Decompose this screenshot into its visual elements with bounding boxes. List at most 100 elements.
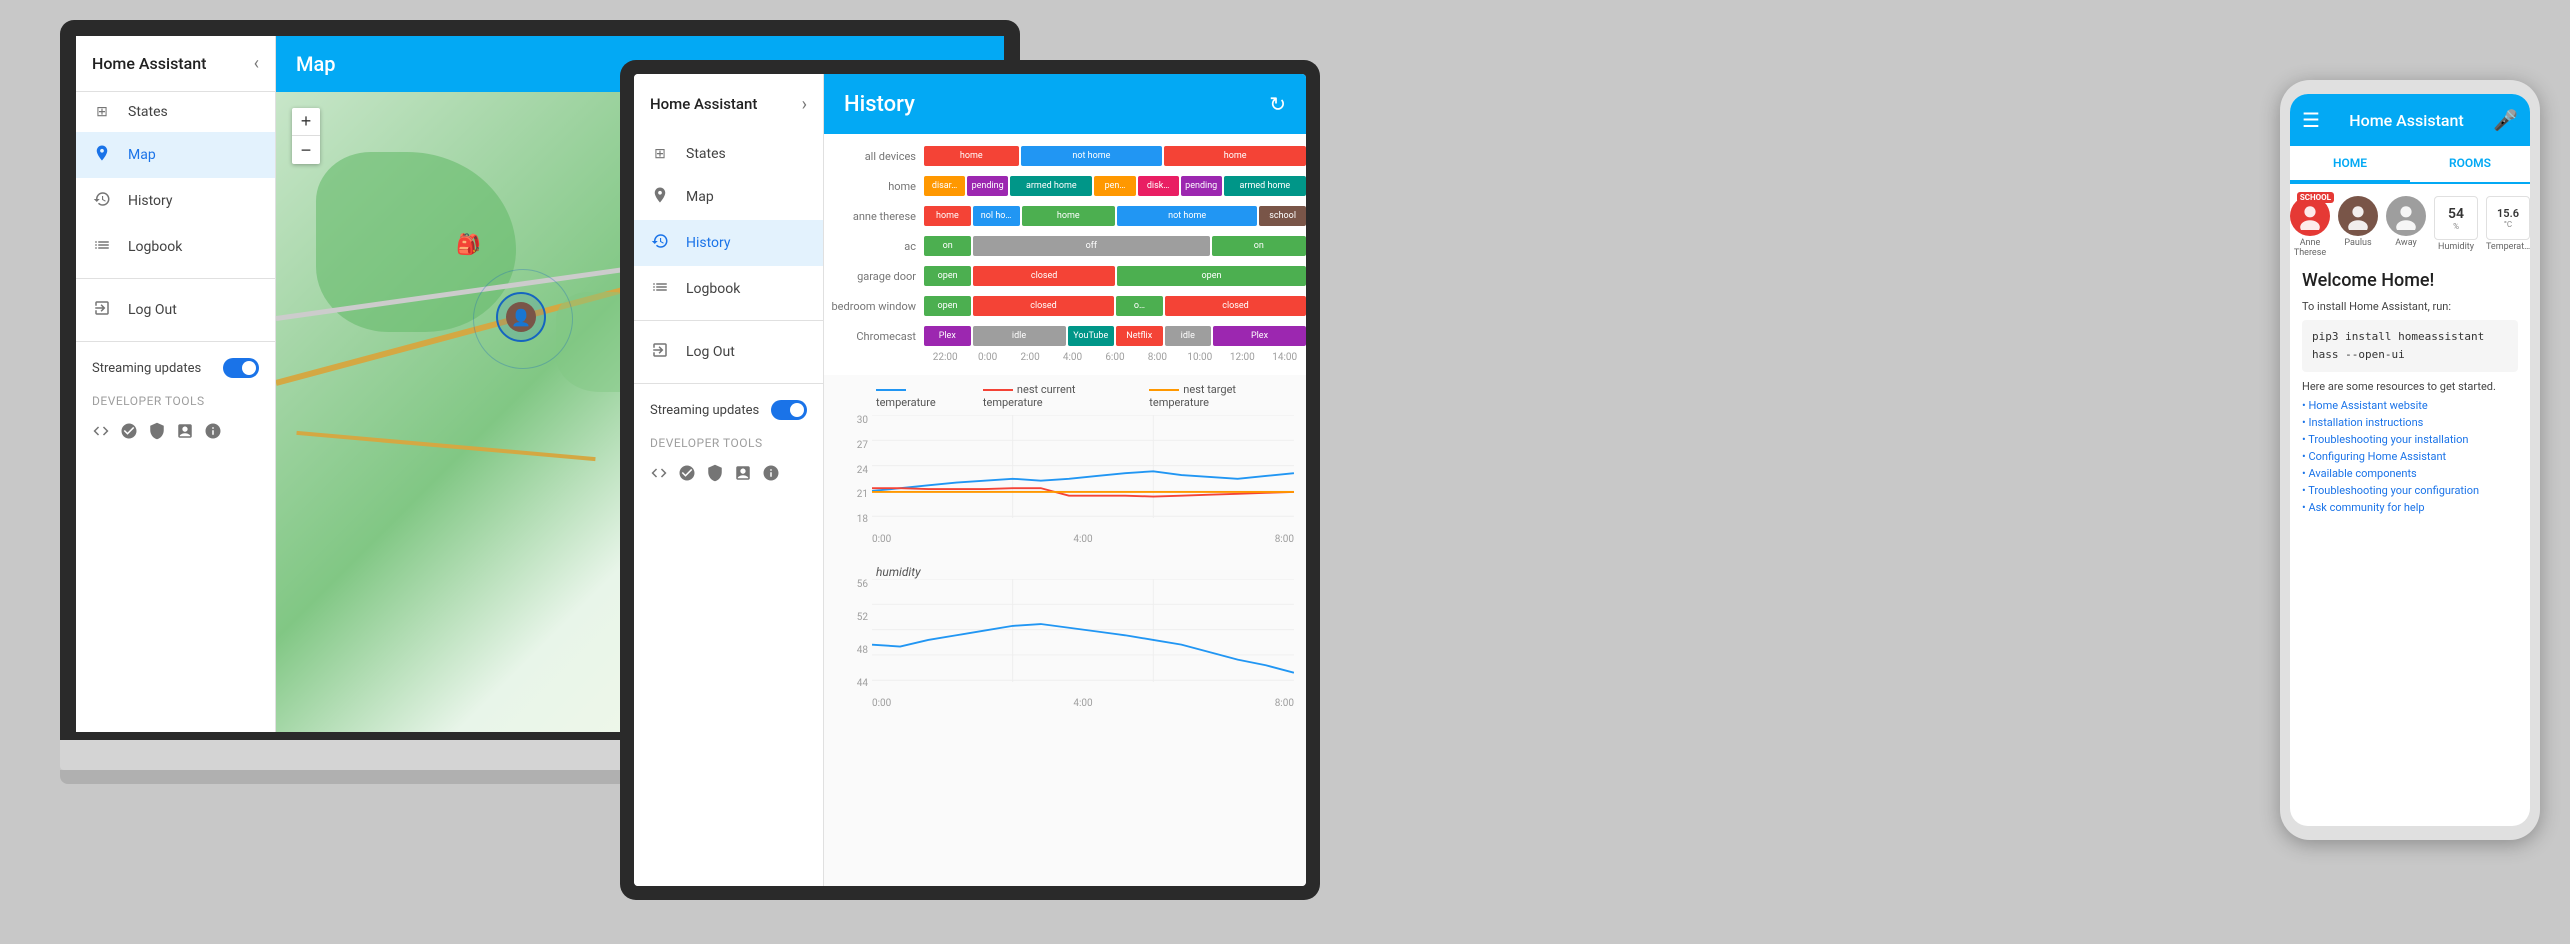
tablet-sidebar-logbook[interactable]: Logbook	[634, 266, 823, 312]
sensor-humidity-label: Humidity	[2438, 242, 2474, 252]
tbar: disk…	[1138, 176, 1179, 196]
map-person-pulse	[473, 269, 573, 369]
laptop-sidebar: Home Assistant ‹ ⊞ States Map	[76, 36, 276, 732]
tablet-screen: Home Assistant › ⊞ States Map	[634, 74, 1306, 886]
y-label: 18	[857, 514, 868, 525]
sidebar-item-states[interactable]: ⊞ States	[76, 92, 275, 132]
tablet-streaming-label: Streaming updates	[650, 403, 759, 418]
temp-x-labels: 0:00 4:00 8:00	[872, 534, 1294, 545]
tablet-info-icon[interactable]	[762, 464, 780, 486]
tbar: closed	[973, 296, 1114, 316]
refresh-icon[interactable]: ↻	[1269, 92, 1286, 116]
tablet-sidebar: Home Assistant › ⊞ States Map	[634, 74, 824, 886]
timeline-row-home: home disar… pending armed home pen… disk…	[824, 172, 1306, 200]
phone-tab-home[interactable]: HOME	[2290, 146, 2410, 182]
timeline-label: bedroom window	[824, 300, 924, 313]
x-label: 0:00	[872, 534, 891, 545]
phone-link-troubleshoot-config[interactable]: Troubleshooting your configuration	[2302, 484, 2518, 497]
phone-link-installation[interactable]: Installation instructions	[2302, 416, 2518, 429]
tbar: home	[924, 206, 971, 226]
timeline-row-chromecast: Chromecast Plex idle YouTube Netflix idl…	[824, 322, 1306, 350]
streaming-toggle[interactable]	[223, 358, 259, 378]
streaming-label: Streaming updates	[92, 361, 201, 376]
sensor-card-humidity[interactable]: 54 %	[2434, 196, 2478, 240]
sidebar-divider-2	[76, 341, 275, 342]
timeline-bars: home nol ho… home not home school	[924, 206, 1306, 226]
phone-tab-rooms[interactable]: ROOMS	[2410, 146, 2530, 182]
avatar-label-paulus: Paulus	[2344, 238, 2371, 248]
zoom-out-button[interactable]: −	[292, 136, 320, 164]
tablet-dev-tools-label: Developer Tools	[634, 428, 823, 458]
tbar: open	[924, 266, 971, 286]
sensor-card-temp[interactable]: 15.6 °C	[2486, 196, 2530, 240]
axis-label: 12:00	[1221, 352, 1263, 363]
state-icon[interactable]	[176, 422, 194, 444]
phone-link-troubleshoot[interactable]: Troubleshooting your installation	[2302, 433, 2518, 446]
tbar: not home	[1117, 206, 1257, 226]
phone-link-website[interactable]: Home Assistant website	[2302, 399, 2518, 412]
legend-nest-target: nest target temperature	[1149, 383, 1294, 409]
phone-title: Home Assistant	[2349, 111, 2464, 130]
temp-y-labels: 30 27 24 21 18	[836, 415, 872, 525]
history-content: all devices home not home home home	[824, 134, 1306, 886]
sensor-temp-unit: °C	[2504, 220, 2512, 229]
tablet-sidebar-map[interactable]: Map	[634, 174, 823, 220]
tbar: off	[973, 236, 1209, 256]
chevron-left-icon[interactable]: ‹	[254, 53, 259, 74]
x-label: 0:00	[872, 698, 891, 709]
tablet-outer: Home Assistant › ⊞ States Map	[620, 60, 1320, 900]
sidebar-item-logout[interactable]: Log Out	[76, 287, 275, 333]
tbar: closed	[1165, 296, 1306, 316]
avatar-paulus[interactable]	[2338, 196, 2378, 236]
tablet-sidebar-history[interactable]: History	[634, 220, 823, 266]
tbar: pending	[1181, 176, 1222, 196]
tablet-streaming-toggle[interactable]	[771, 400, 807, 420]
phone-mic-icon[interactable]: 🎤	[2493, 108, 2518, 132]
tablet-sidebar-title: Home Assistant	[650, 95, 757, 113]
phone-link-community[interactable]: Ask community for help	[2302, 501, 2518, 514]
tbar: disar…	[924, 176, 965, 196]
tablet-chevron-icon[interactable]: ›	[802, 94, 807, 115]
tablet-service-icon[interactable]	[706, 464, 724, 486]
phone-resources-text: Here are some resources to get started.	[2302, 380, 2518, 393]
sidebar-divider	[76, 278, 275, 279]
phone-screen: ☰ Home Assistant 🎤 HOME ROOMS	[2290, 94, 2530, 826]
axis-label: 0:00	[966, 352, 1008, 363]
x-label: 4:00	[1073, 698, 1092, 709]
tbar: armed home	[1010, 176, 1092, 196]
phone-menu-icon[interactable]: ☰	[2302, 108, 2320, 132]
timeline-bars: disar… pending armed home pen… disk… pen…	[924, 176, 1306, 196]
tbar: idle	[1165, 326, 1212, 346]
phone-link-components[interactable]: Available components	[2302, 467, 2518, 480]
phone-entity-away: Away	[2386, 196, 2426, 258]
tablet-logbook-label: Logbook	[686, 281, 740, 297]
tablet-sidebar-states[interactable]: ⊞ States	[634, 134, 823, 174]
sidebar-item-history[interactable]: History	[76, 178, 275, 224]
tablet-event-icon[interactable]	[678, 464, 696, 486]
tablet-sidebar-logout[interactable]: Log Out	[634, 329, 823, 375]
event-icon[interactable]	[120, 422, 138, 444]
temperature-svg	[872, 415, 1294, 518]
phone-link-configure[interactable]: Configuring Home Assistant	[2302, 450, 2518, 463]
tbar: pen…	[1094, 176, 1135, 196]
chart-legend: temperature nest current temperature nes…	[836, 383, 1294, 409]
template-icon[interactable]	[92, 422, 110, 444]
tbar: open	[1117, 266, 1306, 286]
service-icon[interactable]	[148, 422, 166, 444]
sidebar-item-map[interactable]: Map	[76, 132, 275, 178]
timeline-row-alldevices: all devices home not home home	[824, 142, 1306, 170]
humidity-chart: 56 52 48 44	[836, 579, 1294, 709]
zoom-in-button[interactable]: +	[292, 108, 320, 136]
tablet-logout-icon	[650, 341, 670, 363]
info-icon[interactable]	[204, 422, 222, 444]
tbar: Plex	[924, 326, 971, 346]
y-label: 52	[857, 612, 868, 623]
map-bag-marker: 🎒	[456, 232, 481, 256]
avatar-label-away: Away	[2395, 238, 2417, 248]
phone-topbar: ☰ Home Assistant 🎤	[2290, 94, 2530, 146]
y-label: 27	[857, 440, 868, 451]
sidebar-item-logbook[interactable]: Logbook	[76, 224, 275, 270]
tablet-template-icon[interactable]	[650, 464, 668, 486]
tablet-state-icon[interactable]	[734, 464, 752, 486]
avatar-away[interactable]	[2386, 196, 2426, 236]
